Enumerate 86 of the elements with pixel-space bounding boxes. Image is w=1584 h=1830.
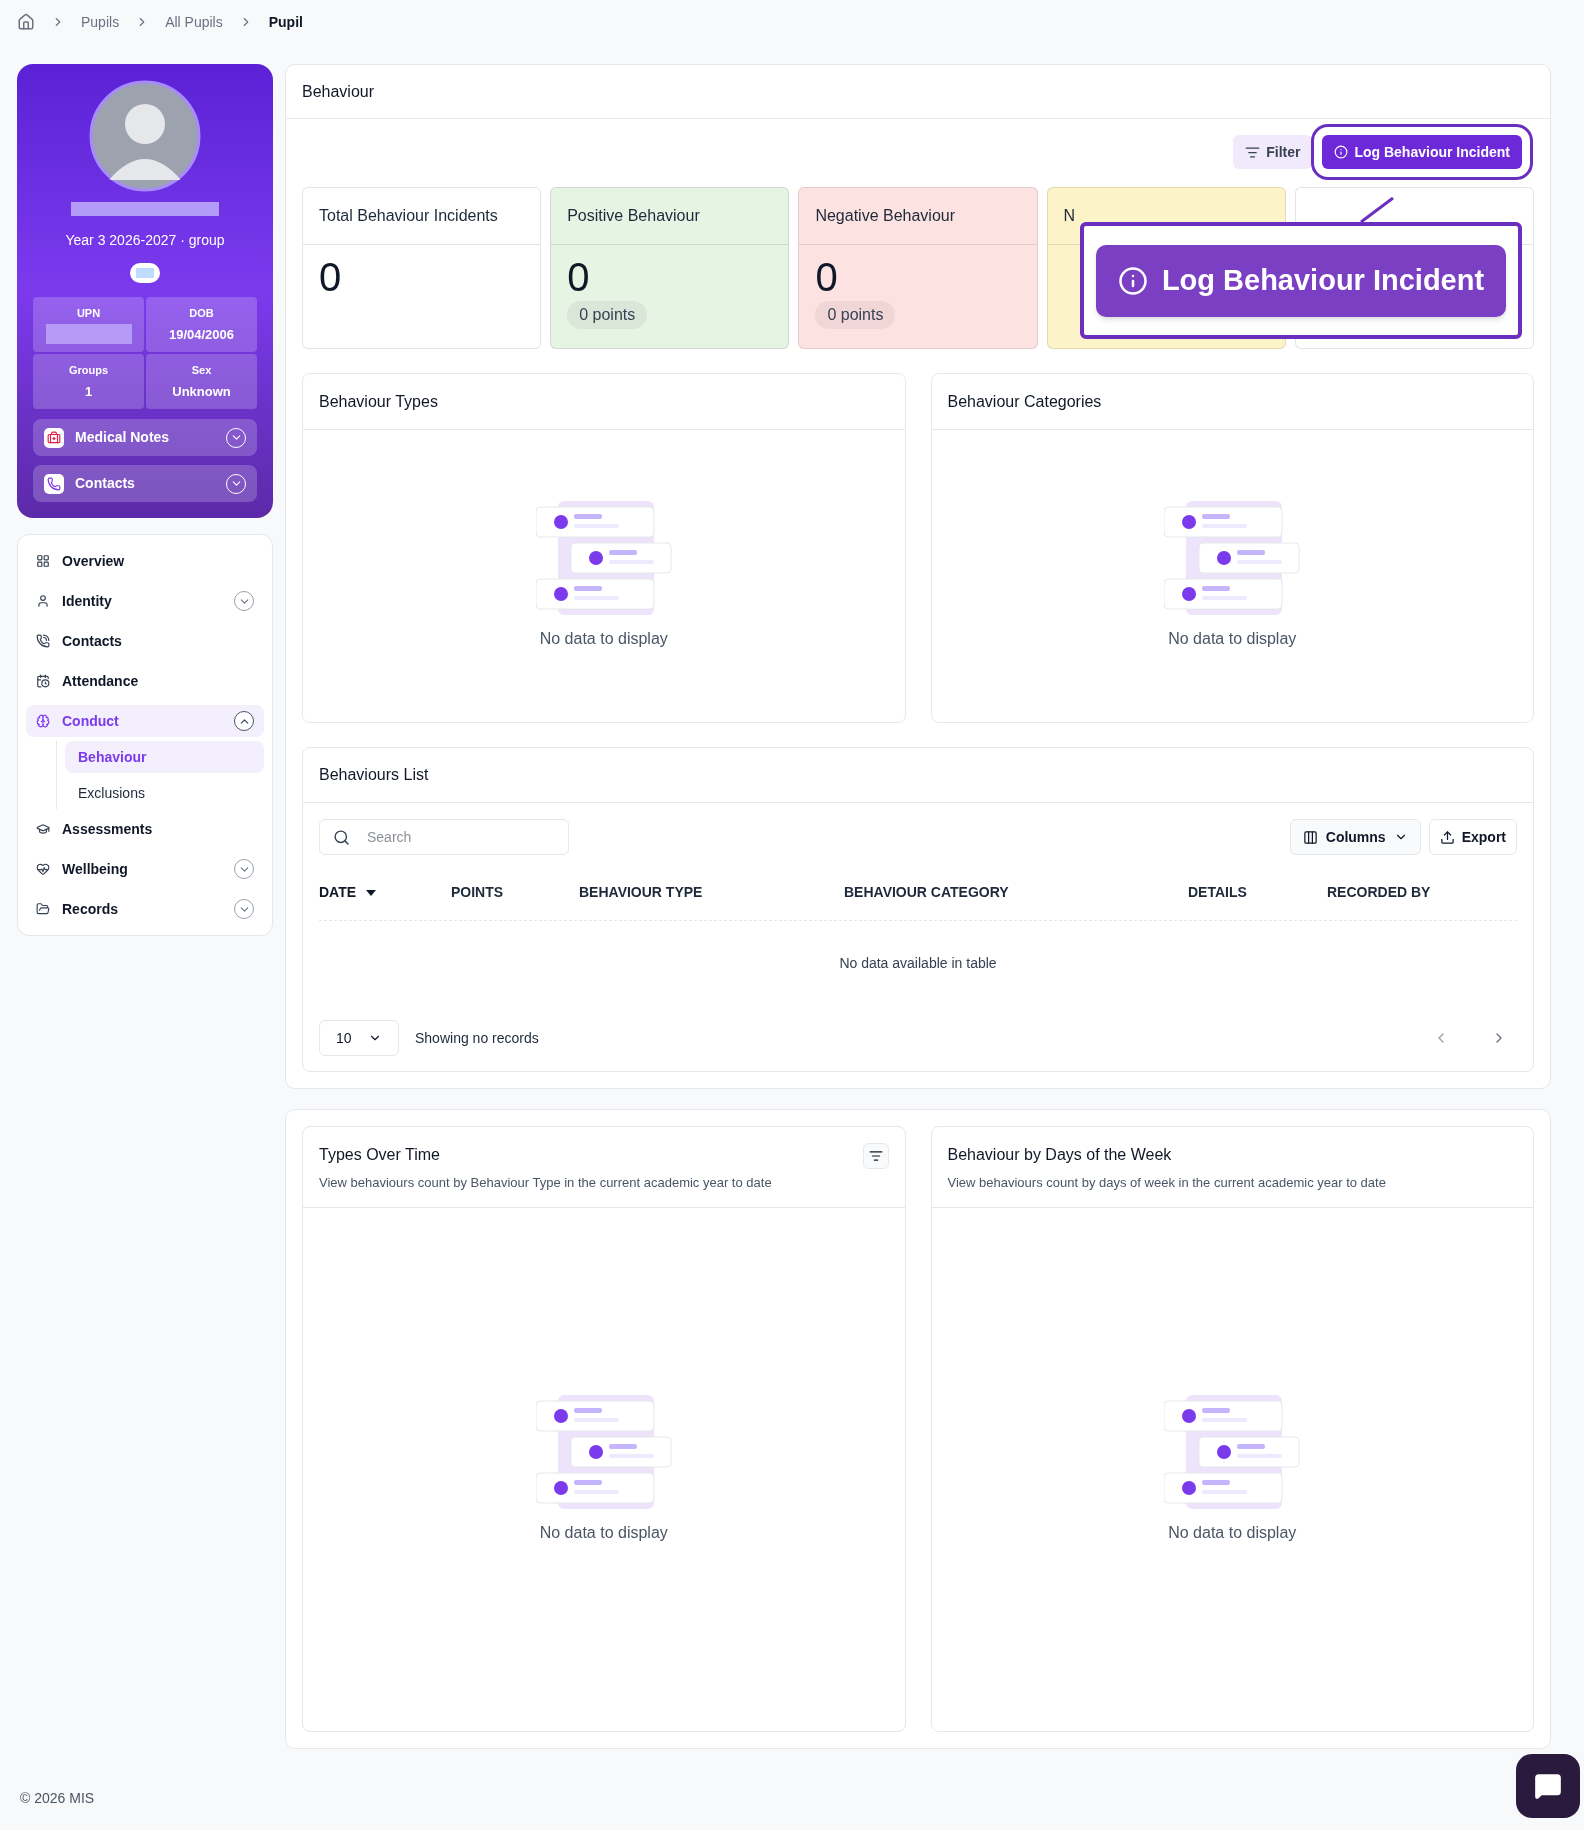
upload-icon	[1439, 829, 1455, 845]
empty-message: No data to display	[1168, 629, 1297, 649]
folder-icon	[36, 902, 50, 916]
filter-icon	[1245, 144, 1261, 160]
info-icon	[1334, 145, 1349, 159]
section-label: Medical Notes	[75, 428, 171, 447]
search-icon	[333, 829, 350, 846]
blurred-badge	[130, 263, 160, 283]
stat-label: Groups	[68, 363, 109, 378]
empty-table-message: No data available in table	[839, 953, 997, 973]
columns-button[interactable]: Columns	[1289, 819, 1421, 855]
collapse-icon[interactable]	[234, 711, 254, 731]
card-subtitle: View behaviours count by Behaviour Type in the current academic year to date	[319, 1174, 772, 1192]
chat-icon	[1534, 1772, 1562, 1800]
log-incident-button[interactable]: Log Behaviour Incident	[1322, 135, 1522, 169]
stat-card-value: 0	[567, 254, 590, 301]
filter-button[interactable]: Filter	[1233, 135, 1313, 169]
nav-item[interactable]: Wellbeing	[26, 853, 264, 885]
stat-card-value: 0	[319, 254, 342, 301]
filter-button[interactable]	[862, 1143, 889, 1169]
stat-card-title: Total Behaviour Incidents	[319, 206, 498, 226]
nav-item[interactable]: Assessments	[26, 813, 264, 845]
medical-icon	[47, 430, 61, 445]
grid-icon	[36, 554, 50, 568]
card-title: Types Over Time	[319, 1145, 441, 1165]
stat-card-value: 0	[815, 254, 838, 301]
nav-item[interactable]: Contacts	[26, 625, 264, 657]
chat-button[interactable]	[1516, 1754, 1580, 1818]
card-title: Behaviour Categories	[947, 391, 1102, 412]
stat-value: 1	[84, 382, 93, 401]
breadcrumb-link[interactable]: All Pupils	[165, 11, 223, 33]
card-title: Behaviour Types	[319, 391, 438, 412]
column-header[interactable]: DATE	[319, 882, 357, 903]
panel-title: Behaviour	[302, 81, 375, 102]
profile-section[interactable]: Contacts	[33, 465, 257, 502]
stat-card-title: Positive Behaviour	[567, 206, 700, 226]
group-line: Year 3 2026-2027 · group	[65, 231, 225, 250]
section-label: Contacts	[75, 474, 136, 493]
nav-subitem[interactable]: Exclusions	[65, 777, 264, 809]
search-field[interactable]: Search	[319, 819, 569, 855]
nav-item[interactable]: Conduct	[26, 705, 264, 737]
card-title: Behaviours List	[319, 765, 429, 785]
column-header[interactable]: RECORDED BY	[1327, 882, 1431, 903]
stat-label: DOB	[189, 306, 214, 321]
stat-card-title: N	[1063, 206, 1076, 226]
empty-message: No data to display	[1168, 1522, 1297, 1543]
home-icon[interactable]	[17, 13, 35, 31]
records-status: Showing no records	[415, 1028, 539, 1048]
points-pill: 0 points	[567, 301, 648, 329]
export-button[interactable]: Export	[1428, 819, 1517, 855]
stat-label: Sex	[191, 363, 212, 378]
empty-message: No data to display	[539, 629, 668, 649]
breadcrumb-link[interactable]: Pupil	[268, 11, 303, 33]
points-pill: 0 points	[815, 301, 896, 329]
footer-text: © 2026 MIS	[20, 1788, 95, 1808]
column-header[interactable]: BEHAVIOUR CATEGORY	[844, 882, 1009, 903]
stat-card-title: Negative Behaviour	[815, 206, 956, 226]
calendar-icon	[36, 674, 50, 688]
card-subtitle: View behaviours count by days of week in the current academic year to date	[947, 1174, 1386, 1192]
stat-value: Unknown	[172, 382, 231, 401]
filter-icon	[868, 1149, 883, 1163]
nav-item[interactable]: Records	[26, 893, 264, 925]
info-icon	[1117, 265, 1148, 296]
column-header[interactable]: BEHAVIOUR TYPE	[579, 882, 703, 903]
person-icon	[36, 594, 50, 608]
page-size-select[interactable]: 10	[319, 1020, 399, 1056]
phone-icon	[47, 476, 61, 491]
graduation-cap-icon	[36, 822, 50, 836]
nav-item[interactable]: Attendance	[26, 665, 264, 697]
log-incident-button[interactable]: Log Behaviour Incident	[1096, 244, 1506, 317]
nav-subitem[interactable]: Behaviour	[65, 741, 264, 773]
sort-icon[interactable]	[366, 889, 377, 896]
columns-icon	[1302, 829, 1318, 845]
nav-item[interactable]: Identity	[26, 585, 264, 617]
stat-label: UPN	[76, 305, 101, 321]
column-header[interactable]: DETAILS	[1188, 882, 1247, 903]
breadcrumb-link[interactable]: Pupils	[81, 11, 120, 33]
nav-item[interactable]: Overview	[26, 545, 264, 577]
card-title: Behaviour by Days of the Week	[947, 1145, 1173, 1165]
empty-message: No data to display	[539, 1522, 668, 1543]
profile-section[interactable]: Medical Notes	[33, 419, 257, 456]
brain-icon	[36, 714, 50, 728]
heart-icon	[36, 862, 50, 876]
phone-icon	[36, 634, 50, 648]
stat-value: 19/04/2006	[168, 325, 235, 344]
column-header[interactable]: POINTS	[451, 882, 504, 903]
